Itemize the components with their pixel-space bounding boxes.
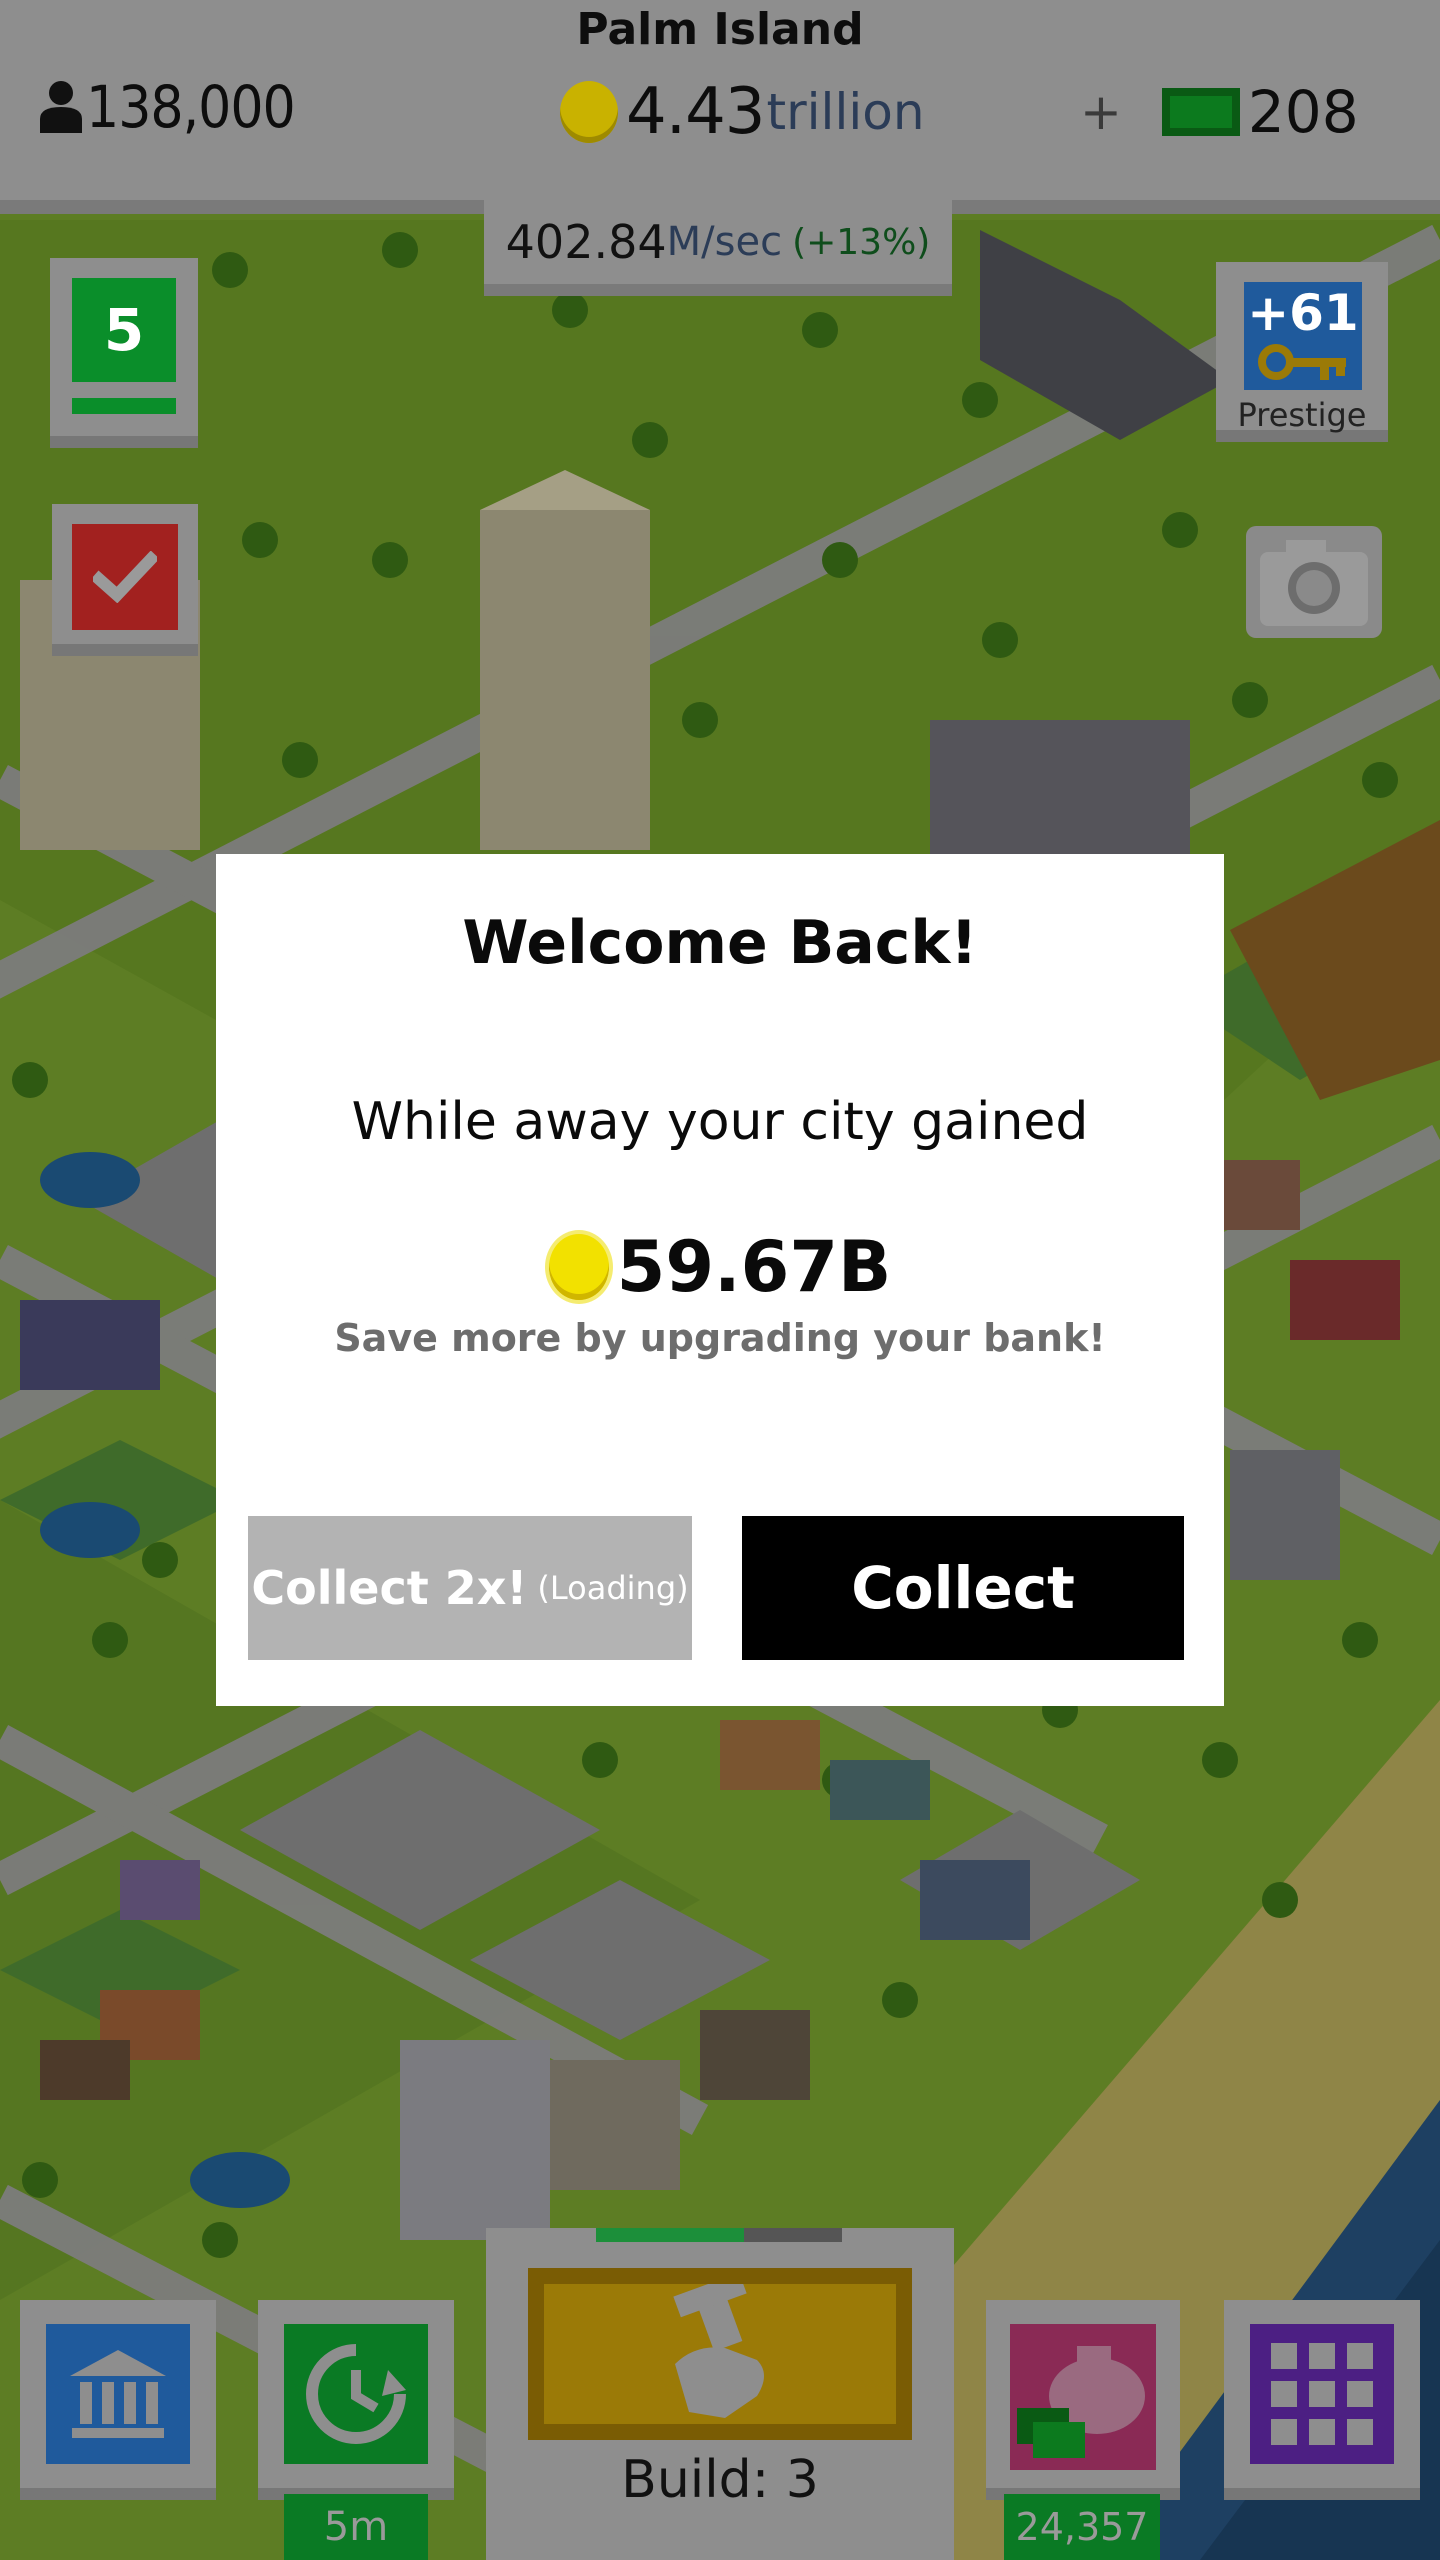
- bank-upgrade-hint: Save more by upgrading your bank!: [334, 1316, 1106, 1360]
- grid-icon: [1250, 2324, 1394, 2464]
- income-rate-tab: 402.84 M/sec (+13%): [484, 200, 952, 296]
- welcome-back-dialog: Welcome Back! While away your city gaine…: [216, 854, 1224, 1706]
- cash-counter[interactable]: + 208: [1080, 72, 1359, 152]
- collect-2x-button[interactable]: Collect 2x! (Loading): [248, 1516, 692, 1660]
- cash-icon: [1161, 88, 1240, 136]
- add-cash-button[interactable]: +: [1080, 83, 1122, 141]
- level-button[interactable]: 5: [50, 258, 198, 448]
- prestige-button[interactable]: +61 Prestige: [1216, 262, 1388, 442]
- key-icon: [1258, 344, 1346, 380]
- dialog-message: While away your city gained: [351, 1092, 1089, 1152]
- collect-2x-status: (Loading): [537, 1569, 689, 1607]
- coin-icon: [548, 1234, 609, 1300]
- time-boost-label: 5m: [284, 2494, 428, 2560]
- prestige-count: +61: [1247, 284, 1359, 342]
- money-counter: 4.43 trillion: [560, 72, 925, 152]
- camera-icon: [1260, 540, 1368, 626]
- build-button[interactable]: Build: 3: [486, 2228, 954, 2560]
- build-label: Build: 3: [621, 2450, 819, 2510]
- money-unit: trillion: [766, 83, 925, 141]
- checkmark-icon: [93, 551, 157, 603]
- population-counter: 138,000: [36, 72, 296, 142]
- bank-icon: [70, 2350, 166, 2438]
- person-icon: [40, 81, 82, 133]
- build-progress-bar: [596, 2228, 842, 2242]
- hammer-hand-icon: [673, 2284, 764, 2418]
- bank-button[interactable]: [20, 2300, 216, 2500]
- income-bonus: (+13%): [792, 221, 931, 263]
- camera-button[interactable]: [1246, 526, 1382, 638]
- coin-icon: [560, 81, 618, 143]
- piggy-bank-button[interactable]: [986, 2300, 1180, 2500]
- menu-button[interactable]: [1224, 2300, 1420, 2500]
- offline-earnings-value: 59.67B: [616, 1226, 892, 1308]
- collect-button[interactable]: Collect: [742, 1516, 1184, 1660]
- tasks-button[interactable]: [52, 504, 198, 656]
- prestige-label: Prestige: [1237, 396, 1367, 434]
- level-progress-bar: [72, 398, 176, 414]
- dialog-title: Welcome Back!: [462, 908, 978, 978]
- population-value: 138,000: [86, 73, 296, 141]
- cash-value: 208: [1247, 78, 1359, 146]
- level-value: 5: [72, 278, 176, 382]
- time-boost-button[interactable]: [258, 2300, 454, 2500]
- income-amount: 402.84: [505, 215, 667, 269]
- piggy-bank-icon: [1017, 2346, 1145, 2458]
- collect-2x-label: Collect 2x!: [251, 1561, 528, 1615]
- piggy-bank-amount: 24,357: [1004, 2494, 1160, 2560]
- offline-earnings: 59.67B: [216, 1226, 1224, 1308]
- city-name: Palm Island: [576, 4, 864, 55]
- money-value: 4.43: [626, 75, 765, 149]
- top-hud: Palm Island 138,000 4.43 trillion + 208: [0, 0, 1440, 214]
- clock-refresh-icon: [306, 2344, 406, 2444]
- income-unit: M/sec: [666, 219, 783, 265]
